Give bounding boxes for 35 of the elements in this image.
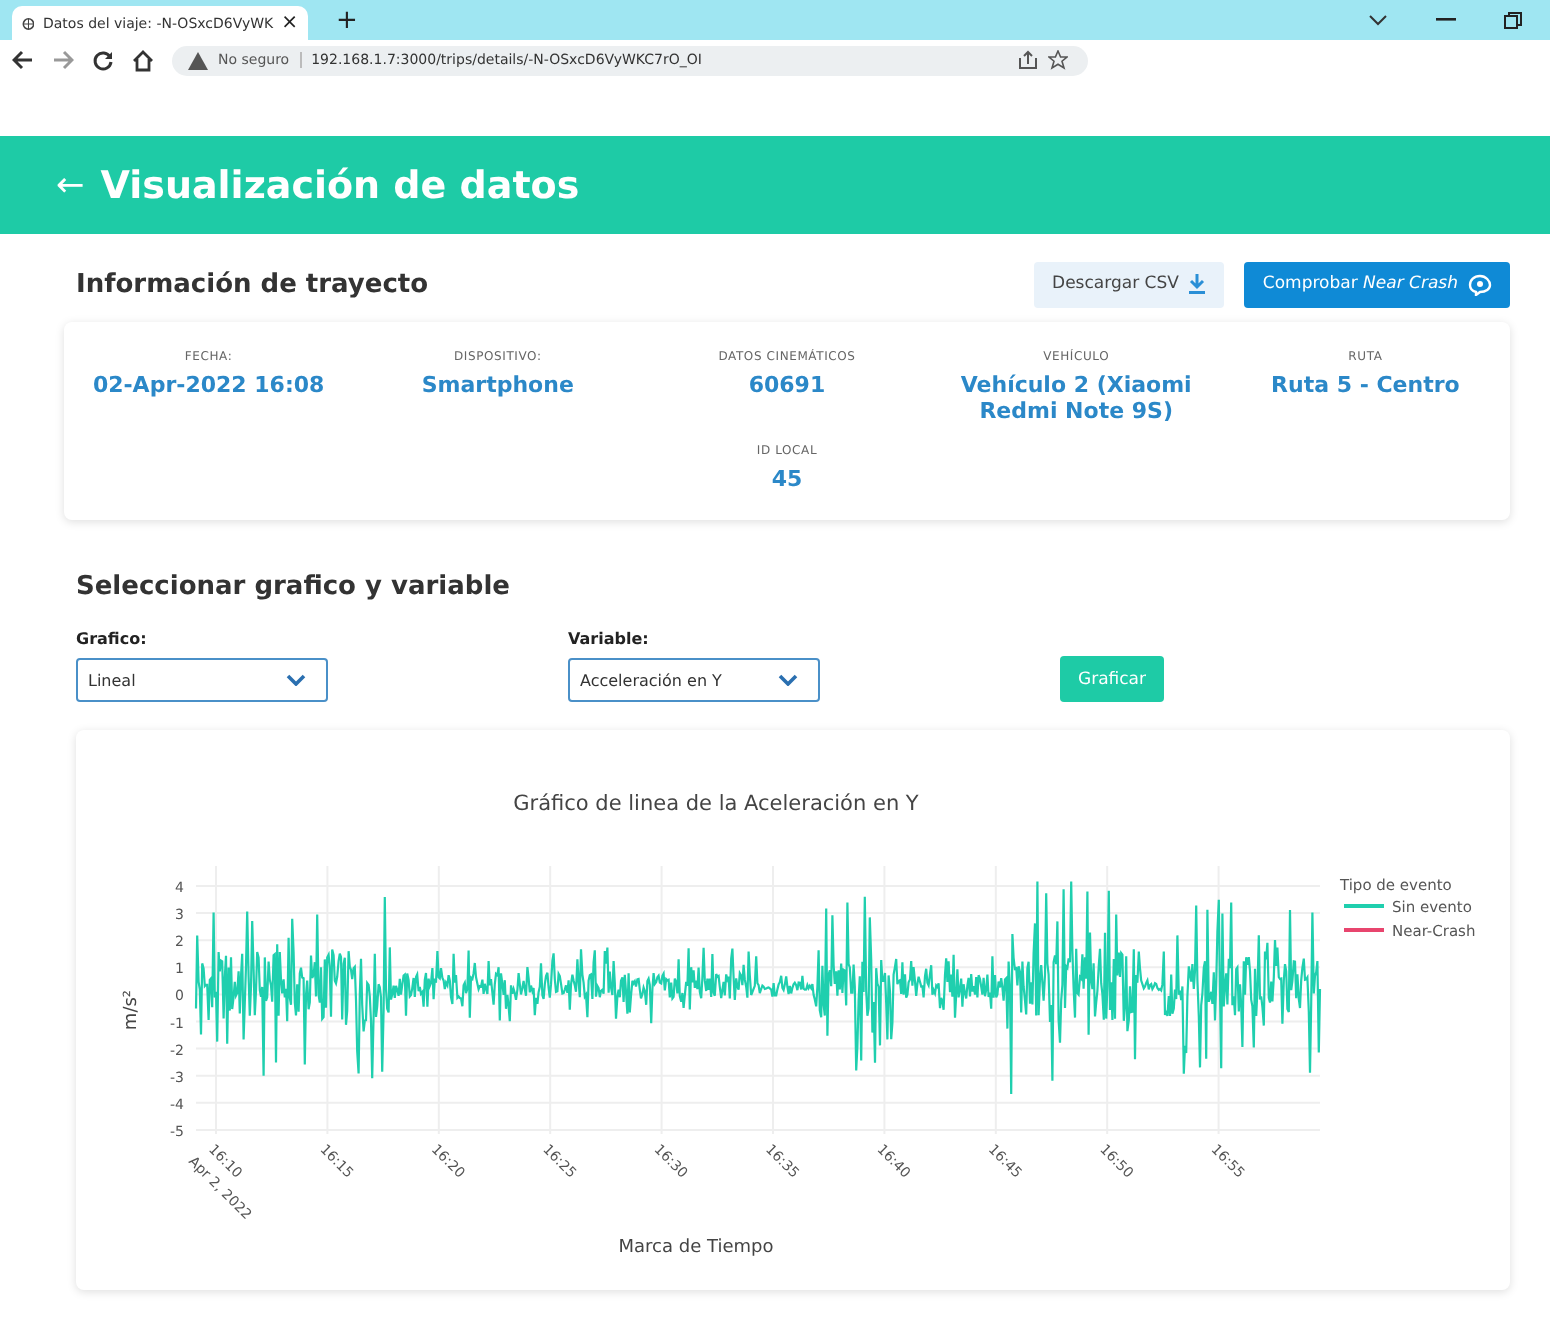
chevron-down-icon[interactable] bbox=[1368, 14, 1388, 26]
chart-title: Gráfico de linea de la Aceleración en Y bbox=[513, 792, 919, 816]
chevron-down-icon bbox=[286, 674, 306, 686]
warning-icon bbox=[188, 51, 208, 69]
download-icon bbox=[1188, 274, 1207, 294]
star-icon[interactable] bbox=[1048, 50, 1068, 70]
field-value: 45 bbox=[771, 466, 803, 492]
chevron-down-icon bbox=[778, 674, 798, 686]
page-title: Visualización de datos bbox=[100, 163, 580, 207]
section-title: Información de trayecto bbox=[76, 269, 429, 299]
field-label: Variable: bbox=[568, 630, 651, 648]
field-value: Vehículo 2 (Xiaomi Redmi Note 9S) bbox=[958, 372, 1194, 424]
download-csv-button[interactable]: Descargar CSV bbox=[1034, 261, 1225, 307]
home-icon[interactable] bbox=[132, 49, 154, 71]
variable-select[interactable]: Acceleración en Y bbox=[568, 658, 820, 702]
speech-bubble-icon bbox=[1468, 273, 1492, 295]
restore-icon[interactable] bbox=[1504, 11, 1522, 29]
field-value: 60691 bbox=[748, 372, 826, 398]
field-value: 02-Apr-2022 16:08 bbox=[92, 372, 325, 398]
field-label: Grafico: bbox=[76, 630, 149, 648]
globe-icon bbox=[22, 13, 35, 33]
back-icon[interactable] bbox=[12, 50, 34, 70]
close-tab-icon[interactable]: × bbox=[281, 12, 298, 34]
field-value: Ruta 5 - Centro bbox=[1271, 372, 1460, 398]
section-title: Seleccionar grafico y variable bbox=[76, 572, 512, 602]
new-tab-button[interactable]: + bbox=[336, 5, 358, 35]
reload-icon[interactable] bbox=[92, 49, 114, 71]
field-value: Smartphone bbox=[421, 372, 574, 398]
minimize-icon[interactable] bbox=[1436, 18, 1456, 22]
y-axis-label: m/s² bbox=[122, 989, 142, 1031]
chart-type-select[interactable]: Lineal bbox=[76, 658, 328, 702]
check-near-crash-button[interactable]: Comprobar Near Crash bbox=[1244, 261, 1510, 307]
x-axis-label: Marca de Tiempo bbox=[618, 1238, 774, 1258]
forward-icon[interactable] bbox=[52, 50, 74, 70]
share-icon[interactable] bbox=[1018, 50, 1038, 70]
